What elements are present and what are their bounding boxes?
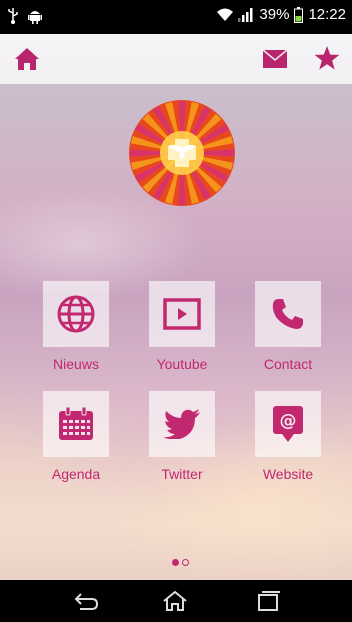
tile-label: Agenda (51, 466, 101, 482)
tile-label: Twitter (161, 466, 203, 482)
signal-icon (238, 7, 253, 22)
at-sign-icon: @ (273, 406, 303, 442)
nav-bar (0, 580, 352, 622)
home-outline-icon[interactable] (161, 590, 189, 612)
page-dot-active (172, 559, 179, 566)
page-indicator (172, 559, 189, 566)
back-icon[interactable] (72, 590, 100, 612)
tile-contact-box[interactable] (255, 281, 321, 347)
star-icon[interactable] (314, 45, 340, 71)
android-icon (28, 11, 42, 24)
tile-label: Nieuws (53, 356, 99, 372)
phone-icon (272, 299, 303, 329)
tile-label: Youtube (156, 356, 208, 372)
tile-twitter-box[interactable] (149, 391, 215, 457)
clock: 12:22 (308, 6, 346, 23)
recents-icon[interactable] (254, 590, 282, 612)
calendar-icon (59, 407, 93, 440)
usb-icon (8, 8, 18, 24)
tile-twitter[interactable]: Twitter (127, 391, 237, 491)
tile-contact[interactable]: Contact (233, 281, 343, 381)
top-bar (0, 34, 352, 84)
status-bar: 39% 12:22 (0, 0, 352, 34)
play-icon (163, 298, 201, 330)
tile-label: Website (262, 466, 314, 482)
tile-nieuws[interactable]: Nieuws (21, 281, 131, 381)
home-icon[interactable] (14, 46, 40, 72)
svg-text:@: @ (280, 411, 297, 431)
tile-label: Contact (263, 356, 313, 372)
battery-icon (294, 6, 304, 23)
mail-icon[interactable] (263, 50, 287, 68)
page-dot (182, 559, 189, 566)
tile-youtube-box[interactable] (149, 281, 215, 347)
wifi-icon (217, 8, 234, 21)
twitter-bird-icon (163, 409, 200, 439)
tile-website-box[interactable]: @ (255, 391, 321, 457)
app-screen: Nieuws Youtube Contact Agenda Twitter @ … (0, 34, 352, 580)
globe-icon (57, 295, 95, 333)
battery-percent: 39% (259, 6, 290, 23)
church-logo (129, 100, 235, 206)
tile-agenda-box[interactable] (43, 391, 109, 457)
tile-website[interactable]: @ Website (233, 391, 343, 491)
tile-youtube[interactable]: Youtube (127, 281, 237, 381)
tile-agenda[interactable]: Agenda (21, 391, 131, 491)
tile-nieuws-box[interactable] (43, 281, 109, 347)
